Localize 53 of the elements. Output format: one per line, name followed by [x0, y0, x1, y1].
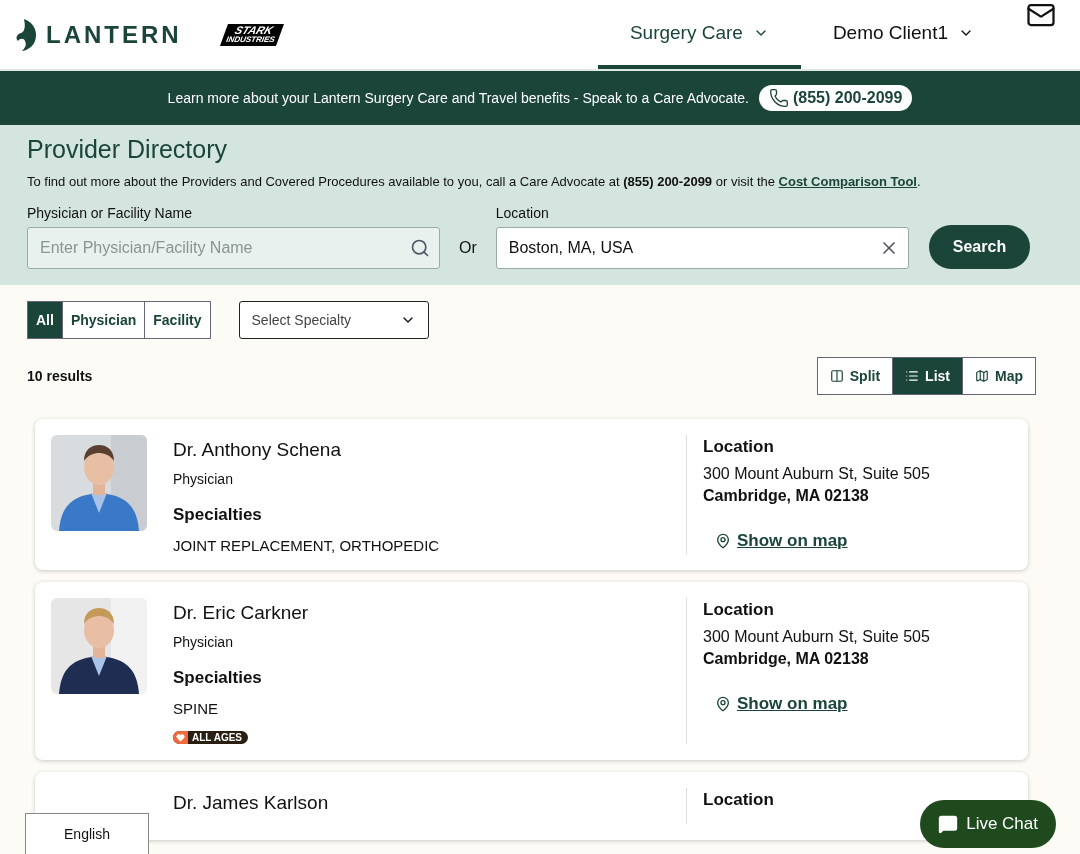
heart-icon — [176, 733, 185, 742]
flame-logo-icon — [14, 18, 38, 51]
filter-tab[interactable]: Physician — [61, 302, 145, 338]
partner-logo: STARK INDUSTRIES — [219, 23, 285, 46]
view-toggle[interactable]: List — [892, 358, 962, 394]
view-toggle[interactable]: Split — [817, 358, 893, 394]
provider-name: Dr. Anthony Schena — [173, 439, 342, 461]
language-selector[interactable]: English — [25, 813, 149, 854]
address-text: 300 Mount Auburn St, Suite 505 — [703, 628, 931, 646]
search-button[interactable]: Search — [928, 225, 1031, 269]
phone-icon — [768, 88, 789, 108]
specialties-heading: Specialties — [173, 505, 263, 525]
map-pin-icon — [715, 696, 731, 712]
provider-type: Physician — [173, 634, 234, 650]
field-label: Physician or Facility Name — [27, 205, 193, 221]
map-icon — [975, 369, 989, 383]
view-toggle[interactable]: Map — [962, 358, 1035, 394]
specialties-text: SPINE — [173, 700, 219, 717]
provider-name: Dr. James Karlson — [173, 792, 330, 814]
chat-icon — [938, 814, 959, 834]
live-chat-button[interactable]: Live Chat — [920, 800, 1056, 848]
name-search-field[interactable]: Enter Physician/Facility Name — [27, 227, 440, 269]
show-on-map-link[interactable]: Show on map — [715, 531, 1012, 551]
age-badge: ALL AGES — [173, 731, 248, 744]
location-field[interactable]: Boston, MA, USA — [495, 227, 909, 269]
show-on-map-link[interactable]: Show on map — [715, 694, 1012, 714]
or-text: Or — [458, 239, 478, 258]
intro-text: To find out more about the Providers and Covered Procedures available to you, call a Care Advocate at (855) 200-2099 or visit the Cost Comparison Tool. — [27, 174, 922, 189]
page-title: Provider Directory — [27, 135, 229, 164]
nav-tab[interactable]: Demo Client1 — [800, 0, 1006, 69]
banner-text: Learn more about your Lantern Surgery Care and Travel benefits - Speak to a Care Advocate. — [167, 90, 749, 106]
split-view-icon — [829, 369, 844, 383]
location-heading: Location — [703, 790, 775, 810]
specialty-select[interactable]: Select Specialty — [238, 301, 429, 339]
city-text: Cambridge, MA 02138 — [703, 650, 870, 668]
cost-comparison-link[interactable]: Cost Comparison Tool — [778, 174, 917, 189]
brand-logo: LANTERN — [46, 20, 182, 49]
list-icon — [905, 369, 920, 383]
provider-type: Physician — [173, 471, 234, 487]
filter-tab[interactable]: Facility — [144, 302, 210, 338]
provider-name: Dr. Eric Carkner — [173, 602, 310, 624]
map-pin-icon — [715, 533, 731, 549]
phone-button[interactable]: (855) 200-2099 — [758, 85, 913, 111]
location-heading: Location — [703, 600, 775, 620]
specialties-text: JOINT REPLACEMENT, ORTHOPEDIC — [173, 537, 441, 554]
field-label: Location — [495, 205, 550, 221]
location-heading: Location — [703, 437, 775, 457]
filter-tab[interactable]: All — [28, 302, 62, 338]
results-count: 10 results — [27, 368, 93, 384]
city-text: Cambridge, MA 02138 — [703, 487, 870, 505]
specialties-heading: Specialties — [173, 668, 263, 688]
address-text: 300 Mount Auburn St, Suite 505 — [703, 465, 931, 483]
search-icon — [410, 238, 430, 258]
